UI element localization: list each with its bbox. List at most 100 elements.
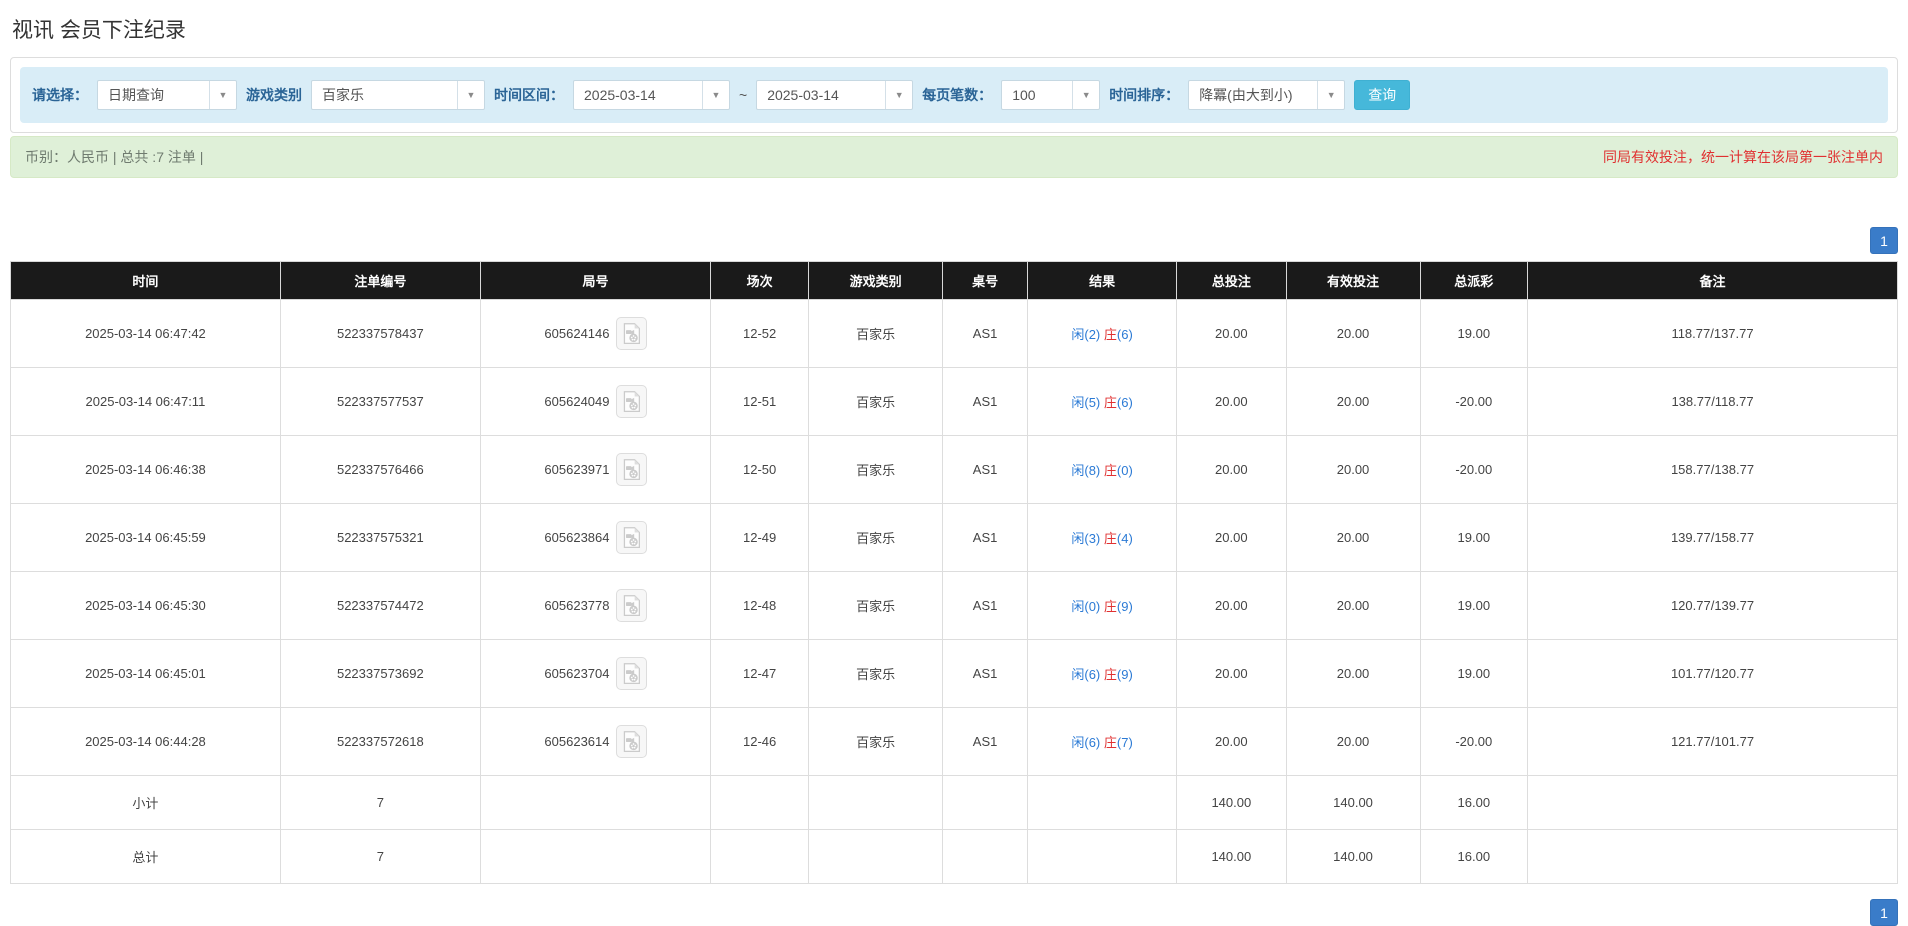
video-record-icon[interactable] [616,725,647,758]
date-to-select[interactable]: 2025-03-14 ▼ [756,80,913,110]
date-from-value: 2025-03-14 [574,81,702,109]
column-header: 有效投注 [1286,262,1420,300]
game-type: 百家乐 [809,436,943,504]
bet-time: 2025-03-14 06:46:38 [11,436,281,504]
total-label: 总计 [11,830,281,884]
column-header: 总投注 [1177,262,1286,300]
payout: -20.00 [1420,708,1528,776]
round-number: 605623614 [544,734,609,749]
result-cell: 闲(6) 庄(7) [1028,708,1177,776]
video-record-icon[interactable] [616,317,647,350]
date-from-select[interactable]: 2025-03-14 ▼ [573,80,730,110]
query-type-value: 日期查询 [98,81,209,109]
result-player: 闲(2) [1071,327,1104,342]
round-number: 605624049 [544,394,609,409]
page-1-button[interactable]: 1 [1870,899,1898,926]
total-bet-link[interactable]: 20.00 [1177,300,1286,368]
time-sort-select[interactable]: 降冪(由大到小) ▼ [1188,80,1345,110]
result-cell: 闲(8) 庄(0) [1028,436,1177,504]
table-row: 2025-03-14 06:45:59 522337575321 6056238… [11,504,1898,572]
payout: 19.00 [1420,300,1528,368]
session-number: 12-46 [711,708,809,776]
result-player: 闲(0) [1071,599,1104,614]
game-type: 百家乐 [809,640,943,708]
pagination-bottom: 1 [10,899,1898,926]
round-number: 605624146 [544,326,609,341]
table-number: AS1 [943,572,1028,640]
column-header: 总派彩 [1420,262,1528,300]
result-banker: 庄 [1104,395,1117,410]
table-row: 2025-03-14 06:47:42 522337578437 6056241… [11,300,1898,368]
total-bet-link[interactable]: 20.00 [1177,504,1286,572]
bet-records-table: 时间注单编号局号场次游戏类别桌号结果总投注有效投注总派彩备注 2025-03-1… [10,261,1898,884]
video-record-icon[interactable] [616,657,647,690]
bet-number: 522337577537 [280,368,480,436]
game-type: 百家乐 [809,504,943,572]
table-number: AS1 [943,708,1028,776]
chevron-down-icon: ▼ [457,81,484,109]
result-banker: 庄 [1104,667,1117,682]
round-number: 605623778 [544,598,609,613]
info-bar: 币别：人民币 | 总共 :7 注单 | 同局有效投注，统一计算在该局第一张注单内 [10,136,1898,178]
page-1-button[interactable]: 1 [1870,227,1898,254]
result-banker: 庄 [1104,599,1117,614]
payout: -20.00 [1420,368,1528,436]
column-header: 注单编号 [280,262,480,300]
remark: 139.77/158.77 [1528,504,1898,572]
video-record-icon[interactable] [616,453,647,486]
round-number: 605623704 [544,666,609,681]
result-cell: 闲(2) 庄(6) [1028,300,1177,368]
video-record-icon[interactable] [616,589,647,622]
result-banker: 庄 [1104,531,1117,546]
result-banker: 庄 [1104,327,1117,342]
remark: 138.77/118.77 [1528,368,1898,436]
total-row: 总计 7 140.00 140.00 16.00 [11,830,1898,884]
filter-panel: 请选择： 日期查询 ▼ 游戏类别 百家乐 ▼ 时间区间： 2025-03-14 … [10,57,1898,133]
valid-bet: 20.00 [1286,572,1420,640]
video-record-icon[interactable] [616,521,647,554]
total-bet-link[interactable]: 20.00 [1177,572,1286,640]
bet-time: 2025-03-14 06:44:28 [11,708,281,776]
column-header: 游戏类别 [809,262,943,300]
total-bet-link[interactable]: 20.00 [1177,368,1286,436]
session-number: 12-50 [711,436,809,504]
total-bet-link[interactable]: 20.00 [1177,640,1286,708]
column-header: 时间 [11,262,281,300]
page-size-select[interactable]: 100 ▼ [1001,80,1100,110]
table-row: 2025-03-14 06:45:30 522337574472 6056237… [11,572,1898,640]
session-number: 12-51 [711,368,809,436]
search-button[interactable]: 查询 [1354,80,1410,110]
column-header: 场次 [711,262,809,300]
result-banker: 庄 [1104,735,1117,750]
table-row: 2025-03-14 06:45:01 522337573692 6056237… [11,640,1898,708]
round-number: 605623971 [544,462,609,477]
subtotal-count: 7 [280,776,480,830]
total-bet-link[interactable]: 20.00 [1177,708,1286,776]
column-header: 结果 [1028,262,1177,300]
time-sort-label: 时间排序： [1109,85,1179,105]
query-type-select[interactable]: 日期查询 ▼ [97,80,237,110]
result-cell: 闲(3) 庄(4) [1028,504,1177,572]
result-banker-count: (6) [1117,395,1133,410]
bet-number: 522337575321 [280,504,480,572]
subtotal-valid-bet: 140.00 [1286,776,1420,830]
remark: 121.77/101.77 [1528,708,1898,776]
round-number: 605623864 [544,530,609,545]
result-cell: 闲(6) 庄(9) [1028,640,1177,708]
game-type: 百家乐 [809,708,943,776]
table-number: AS1 [943,300,1028,368]
chevron-down-icon: ▼ [209,81,236,109]
table-header-row: 时间注单编号局号场次游戏类别桌号结果总投注有效投注总派彩备注 [11,262,1898,300]
time-range-label: 时间区间： [494,85,564,105]
table-row: 2025-03-14 06:47:11 522337577537 6056240… [11,368,1898,436]
game-type-select[interactable]: 百家乐 ▼ [311,80,485,110]
total-bet-link[interactable]: 20.00 [1177,436,1286,504]
video-record-icon[interactable] [616,385,647,418]
game-type-value: 百家乐 [312,81,457,109]
session-number: 12-47 [711,640,809,708]
valid-bet: 20.00 [1286,436,1420,504]
total-valid-bet: 140.00 [1286,830,1420,884]
bet-number: 522337573692 [280,640,480,708]
result-player: 闲(3) [1071,531,1104,546]
result-player: 闲(6) [1071,667,1104,682]
